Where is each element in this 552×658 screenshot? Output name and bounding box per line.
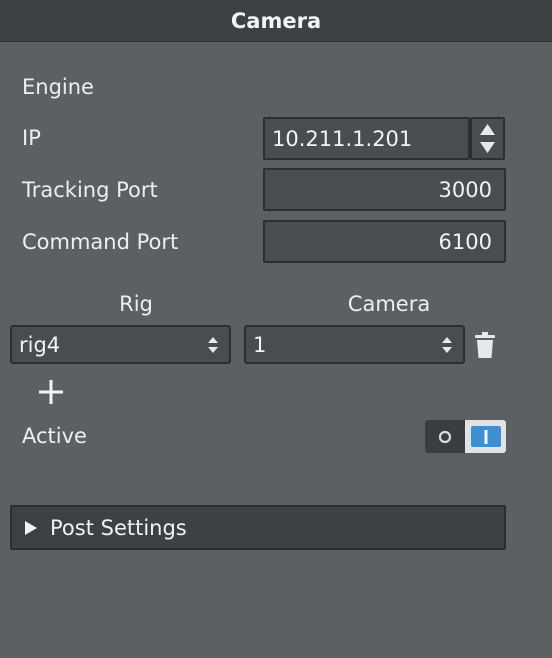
add-row-button[interactable] (36, 377, 66, 407)
camera-column-header: Camera (347, 292, 431, 316)
tracking-port-input[interactable]: 3000 (263, 168, 506, 211)
active-toggle[interactable] (425, 420, 506, 453)
camera-select[interactable]: 1 (244, 325, 465, 364)
panel-title: Camera (0, 0, 552, 42)
post-settings-label: Post Settings (50, 515, 187, 540)
trash-icon (475, 332, 495, 358)
toggle-on-side (465, 420, 506, 453)
ip-input[interactable]: 10.211.1.201 (263, 117, 470, 160)
toggle-off-side (425, 420, 465, 453)
command-port-input[interactable]: 6100 (263, 220, 506, 263)
ip-spinner[interactable] (470, 117, 505, 160)
circle-off-icon (438, 430, 452, 443)
rig-column-header: Rig (119, 292, 153, 316)
bar-on-icon (484, 429, 487, 444)
engine-heading: Engine (22, 75, 94, 99)
camera-select-value: 1 (253, 332, 267, 357)
toggle-on-indicator (470, 426, 501, 447)
plus-icon (39, 380, 63, 404)
ip-label: IP (22, 126, 41, 150)
tracking-port-label: Tracking Port (22, 178, 158, 202)
active-label: Active (22, 424, 87, 448)
up-down-arrows-icon (442, 337, 452, 353)
rig-select-value: rig4 (19, 332, 61, 357)
delete-row-button[interactable] (472, 330, 498, 360)
command-port-label: Command Port (22, 230, 179, 254)
rig-select[interactable]: rig4 (10, 325, 231, 364)
triangle-right-icon (25, 520, 37, 535)
up-down-arrows-icon (208, 337, 218, 353)
post-settings-header[interactable]: Post Settings (10, 505, 506, 550)
up-down-spinner-icon (480, 124, 495, 153)
